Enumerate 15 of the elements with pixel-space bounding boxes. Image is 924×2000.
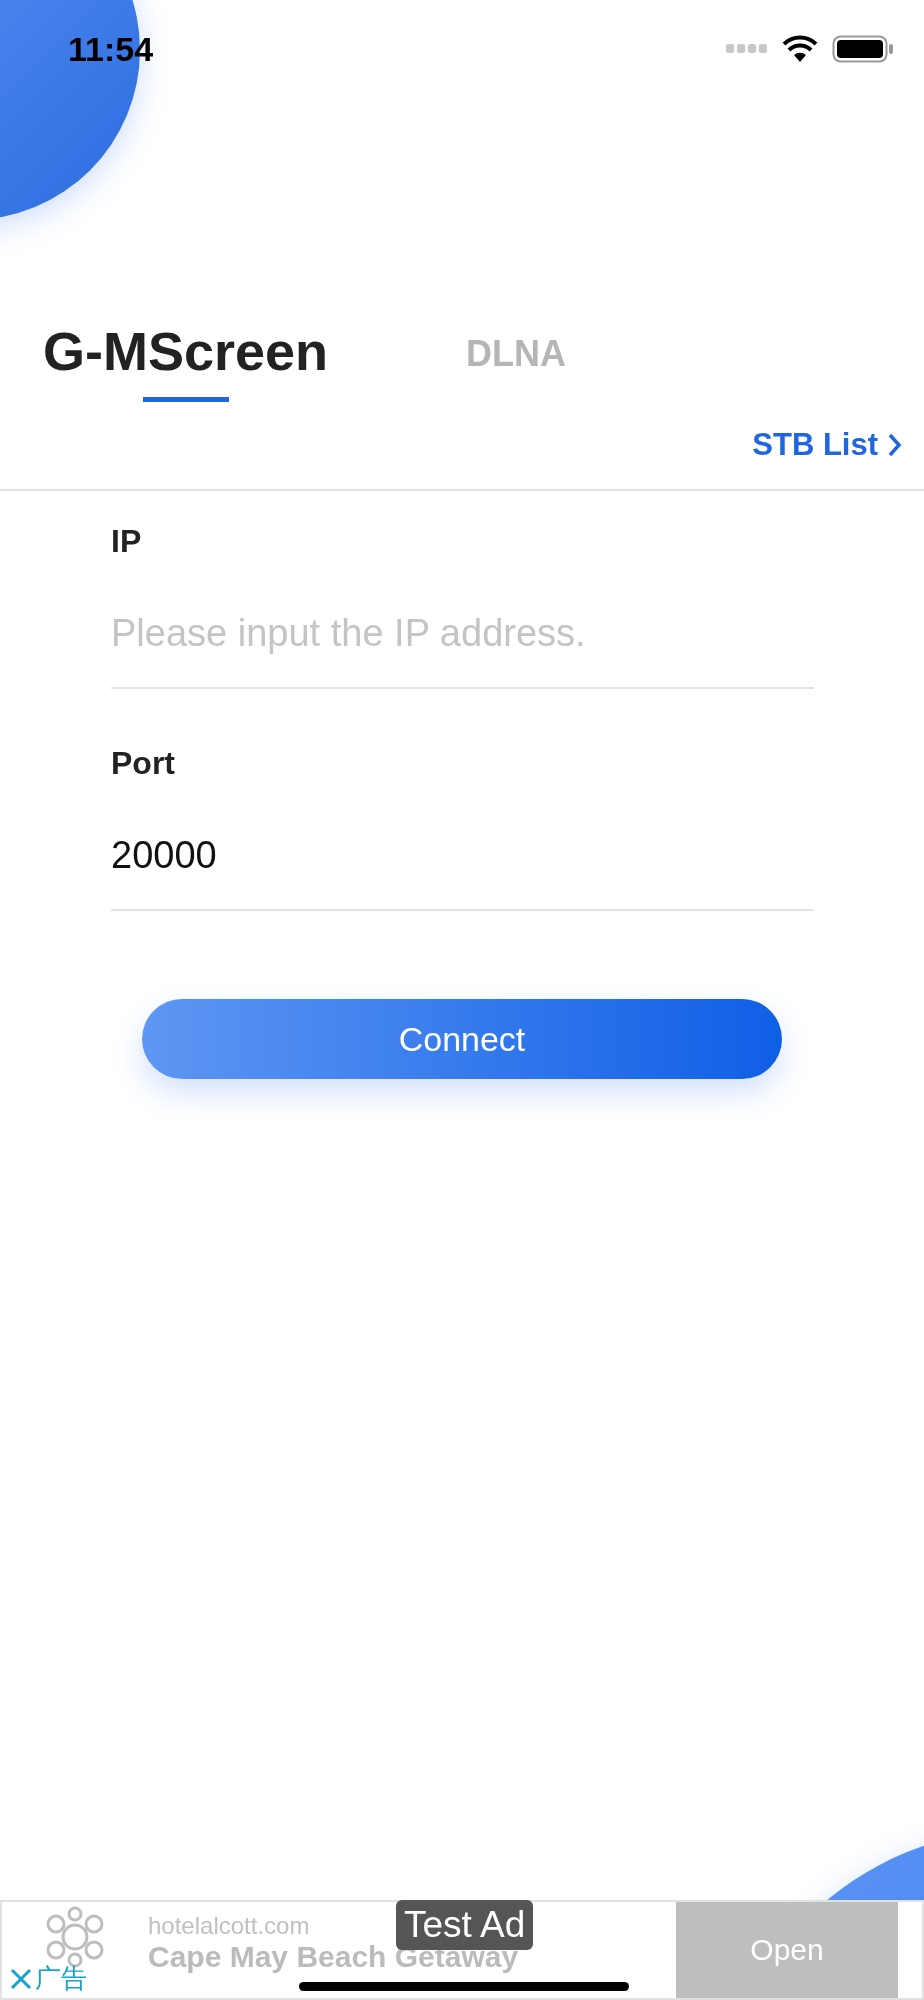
- field-label: Port: [111, 745, 176, 783]
- connect-button[interactable]: Connect: [142, 999, 782, 1080]
- test-ad-badge: Test Ad: [396, 1900, 534, 1950]
- chevron-icon: [888, 433, 902, 458]
- ad-domain: hotelalcott.com: [148, 1912, 310, 1940]
- input-field[interactable]: Please input the IP address.: [111, 560, 814, 690]
- stb-list-link[interactable]: STB List: [752, 427, 902, 464]
- tab[interactable]: G-MScreen: [43, 322, 329, 382]
- close-icon[interactable]: [10, 1967, 32, 1990]
- wifi-icon: [782, 35, 818, 63]
- ad-label: 广告: [35, 1962, 87, 1995]
- battery-icon: [832, 35, 894, 63]
- input-field[interactable]: 20000: [111, 782, 814, 912]
- field-label: IP: [111, 523, 143, 561]
- signal-icon: [726, 44, 768, 54]
